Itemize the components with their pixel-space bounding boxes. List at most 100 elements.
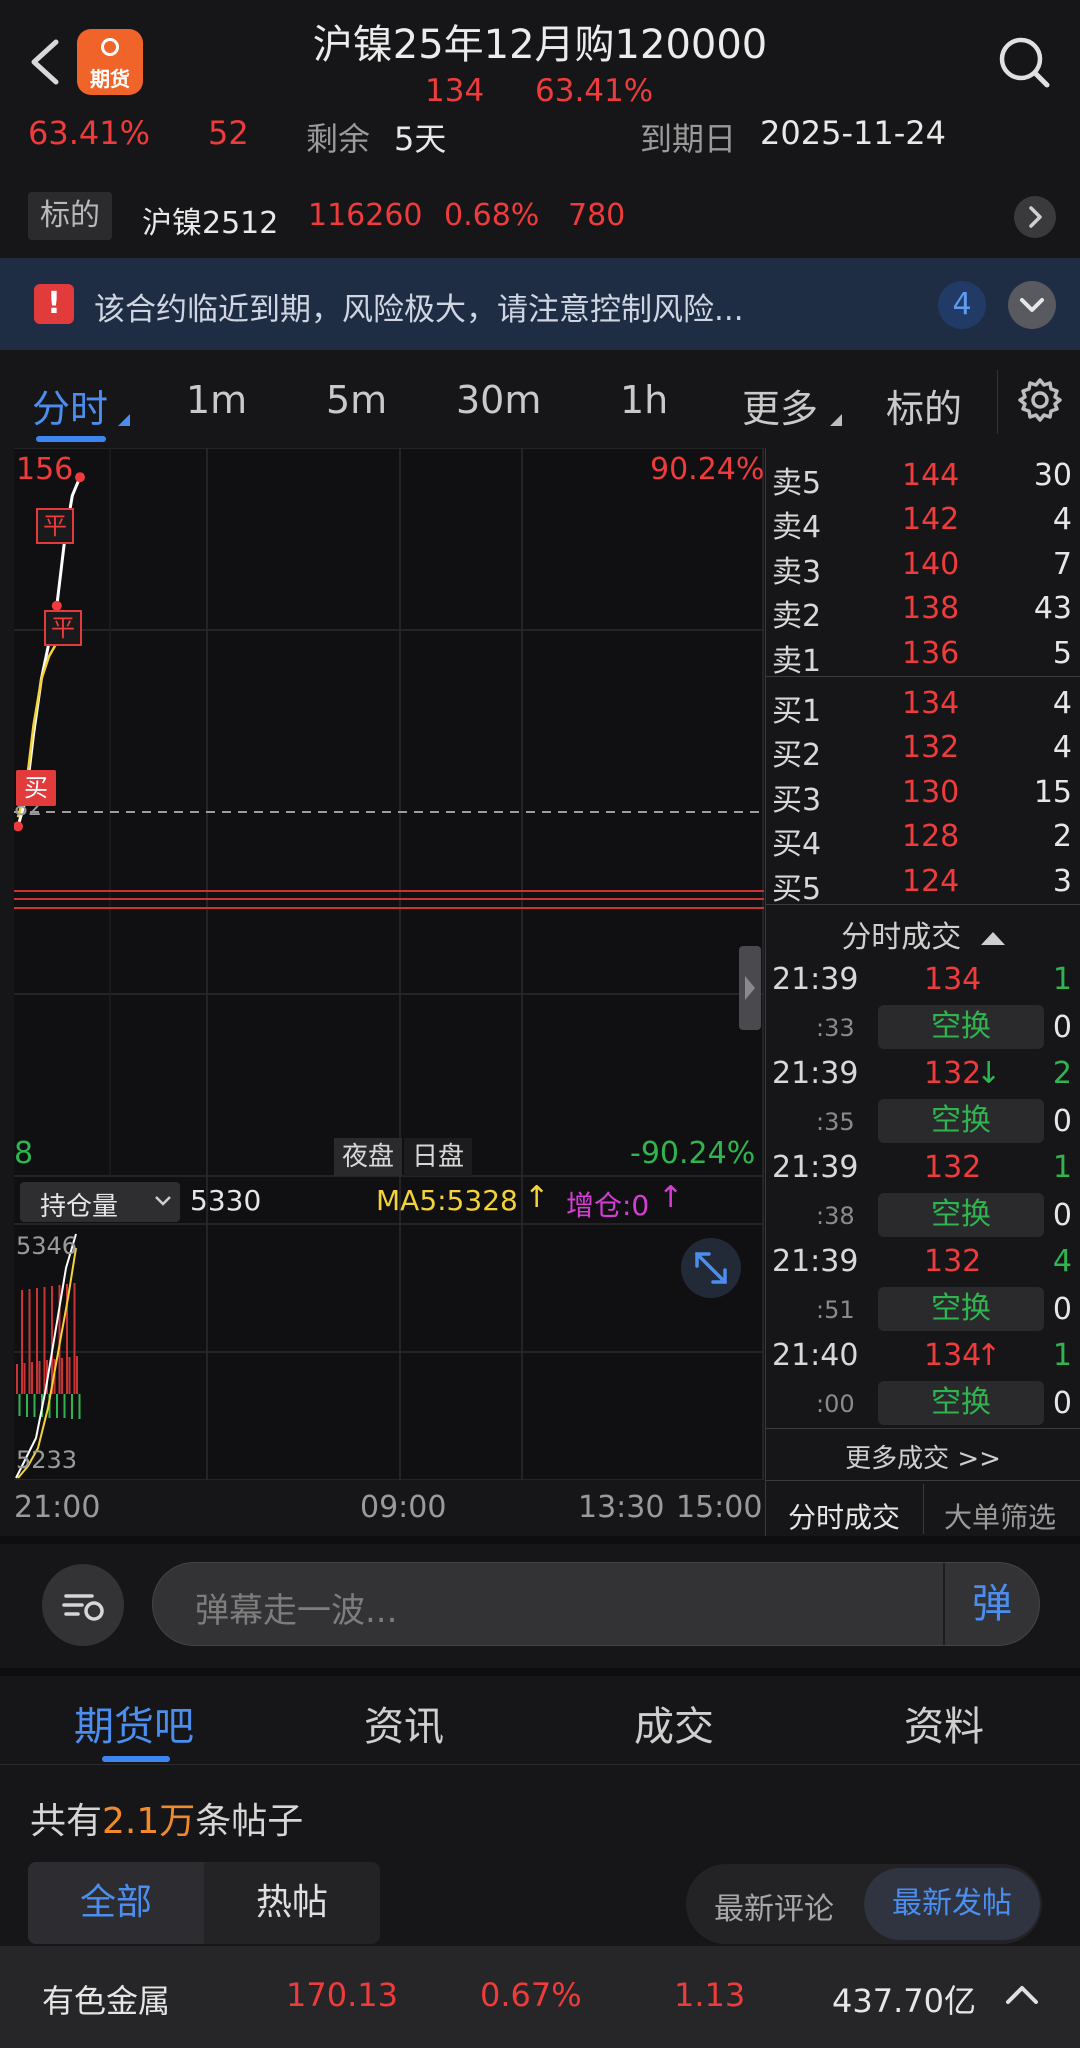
close-marker-2: 平 <box>44 610 82 646</box>
trade-kind: 空换 <box>878 1193 1044 1237</box>
tab-forum[interactable]: 期货吧 <box>74 1694 194 1752</box>
intraday-chart[interactable]: 156 90.24% 82 8 -90.24% 平 平 买 夜盘 日盘 持仓量 … <box>14 448 764 1480</box>
ask-label: 卖1 <box>772 644 822 679</box>
trade-vol: 2 <box>1052 1056 1072 1091</box>
up-arrow-icon: ↑ <box>976 1338 1002 1373</box>
post-sort-toggle: 最新评论 最新发帖 <box>686 1864 1042 1944</box>
trade-sub-row: :38 空换 0 <box>766 1192 1080 1238</box>
trade-row: 21:39 132 ↓ 2 <box>766 1052 1080 1098</box>
trade-kind: 空换 <box>878 1287 1044 1331</box>
bid-vol: 2 <box>1052 819 1072 854</box>
posts-count: 共有2.1万条帖子 <box>30 1792 303 1844</box>
contract-info-row: 63.41% 52 剩余 5天 到期日 2025-11-24 <box>0 120 1080 156</box>
tab-big-orders[interactable]: 大单筛选 <box>944 1496 1056 1536</box>
chevron-right-icon[interactable] <box>1014 196 1056 238</box>
danmu-send-button[interactable]: 弹 <box>943 1563 1039 1645</box>
pct-top: 90.24% <box>650 452 765 487</box>
chevron-down-icon[interactable] <box>1008 281 1056 329</box>
bid-row: 买5 124 3 <box>766 860 1080 907</box>
trade-vol: 4 <box>1052 1244 1072 1279</box>
tab-1m[interactable]: 1m <box>186 378 247 422</box>
alert-text: 该合约临近到期，风险极大，请注意控制风险... <box>94 292 744 328</box>
tab-5m[interactable]: 5m <box>326 378 387 422</box>
risk-alert-banner[interactable]: ! 该合约临近到期，风险极大，请注意控制风险... 4 <box>0 258 1080 350</box>
trade-seconds: :00 <box>816 1390 855 1418</box>
chevron-up-icon[interactable] <box>1004 1982 1040 2006</box>
ask-price: 140 <box>902 547 960 582</box>
tab-news[interactable]: 资讯 <box>364 1694 444 1752</box>
oi-bar <box>76 1356 78 1394</box>
trade-panel-tabs: 分时成交 大单筛选 <box>766 1484 1080 1534</box>
trade-vol: 1 <box>1052 1338 1072 1373</box>
posts-suffix: 条帖子 <box>195 1801 304 1842</box>
trade-point <box>75 472 85 483</box>
ask-vol: 43 <box>1033 591 1072 626</box>
oi-selector[interactable]: 持仓量 <box>20 1182 180 1222</box>
gear-icon[interactable] <box>1016 376 1064 424</box>
oi-bar <box>18 1394 21 1416</box>
tab-underlying[interactable]: 标的 <box>886 378 962 433</box>
tab-info[interactable]: 资料 <box>904 1694 984 1752</box>
warning-icon: ! <box>34 284 74 324</box>
sector-ticker-bar[interactable]: 有色金属 170.13 0.67% 1.13 437.70亿 <box>0 1946 1080 2048</box>
search-icon[interactable] <box>996 34 1052 90</box>
collapse-up-icon <box>980 932 1005 945</box>
sort-latest-comment[interactable]: 最新评论 <box>714 1884 834 1928</box>
trade-kind: 空换 <box>878 1099 1044 1143</box>
content-tabs: 期货吧 资讯 成交 资料 <box>0 1676 1080 1764</box>
oi-bar <box>26 1394 28 1417</box>
danmu-bar: 弹幕走一波... 弹 <box>0 1540 1080 1668</box>
bid-label: 买5 <box>772 872 822 907</box>
oi-bar <box>68 1357 71 1394</box>
oi-bar <box>36 1288 38 1394</box>
trade-row: 21:39 132 1 <box>766 1146 1080 1192</box>
sort-latest-post[interactable]: 最新发帖 <box>864 1868 1040 1940</box>
sector-name: 有色金属 <box>42 1982 171 2020</box>
tab-dropdown-icon <box>118 414 130 426</box>
danmu-input[interactable]: 弹幕走一波... 弹 <box>152 1562 1040 1646</box>
section-separator <box>0 1668 1080 1676</box>
trade-seconds: :51 <box>816 1296 855 1324</box>
trades-divider <box>766 1480 1080 1481</box>
oi-bar <box>21 1290 23 1394</box>
ask-row: 卖4 142 4 <box>766 498 1080 545</box>
underlying-row[interactable]: 标的 沪镍2512 116260 0.68% 780 <box>0 184 1080 248</box>
trade-sub-row: :33 空换 0 <box>766 1004 1080 1050</box>
night-session-label: 夜盘 <box>334 1138 403 1176</box>
bid-vol: 4 <box>1052 686 1072 721</box>
pct-bottom: -90.24% <box>630 1136 756 1171</box>
trade-seconds: :35 <box>816 1108 855 1136</box>
bid-price: 124 <box>902 864 960 899</box>
time-label: 09:00 <box>360 1490 447 1525</box>
trade-vol: 1 <box>1052 1150 1072 1185</box>
header-bar: 期货 沪镍25年12月购120000 134 63.41% <box>0 0 1080 120</box>
filter-hot[interactable]: 热帖 <box>204 1862 380 1944</box>
trade-time: 21:39 <box>772 962 859 997</box>
ask-row: 卖2 138 43 <box>766 587 1080 634</box>
time-axis: 21:00 09:00 13:30 15:00 <box>0 1480 766 1536</box>
trade-price: 132 <box>924 1244 982 1279</box>
tab-trades[interactable]: 分时成交 <box>788 1496 900 1536</box>
oi-bar <box>43 1287 46 1394</box>
book-divider <box>766 904 1080 905</box>
tab-30m[interactable]: 30m <box>456 378 541 422</box>
more-trades-link[interactable]: 更多成交 >> <box>766 1438 1080 1475</box>
buy-marker: 买 <box>16 770 56 806</box>
day-session-label: 日盘 <box>404 1138 473 1176</box>
danmu-toggle-icon[interactable] <box>42 1564 124 1646</box>
oi-selector-label: 持仓量 <box>40 1192 119 1222</box>
page-title: 沪镍25年12月购120000 <box>312 22 768 68</box>
oi-value: 5330 <box>190 1184 262 1217</box>
ask-price: 144 <box>902 458 960 493</box>
trades-title: 分时成交 <box>841 920 962 955</box>
trade-row: 21:39 134 1 <box>766 958 1080 1004</box>
tab-deals[interactable]: 成交 <box>634 1694 714 1752</box>
tab-intraday[interactable]: 分时 <box>32 378 108 433</box>
tab-more[interactable]: 更多 <box>742 378 818 433</box>
ask-price: 136 <box>902 636 960 671</box>
filter-all[interactable]: 全部 <box>28 1862 204 1944</box>
tab-1h[interactable]: 1h <box>620 378 668 422</box>
trades-header[interactable]: 分时成交 <box>766 912 1080 956</box>
post-filter-segment: 全部 热帖 <box>28 1862 380 1944</box>
tab-underline <box>36 436 106 442</box>
